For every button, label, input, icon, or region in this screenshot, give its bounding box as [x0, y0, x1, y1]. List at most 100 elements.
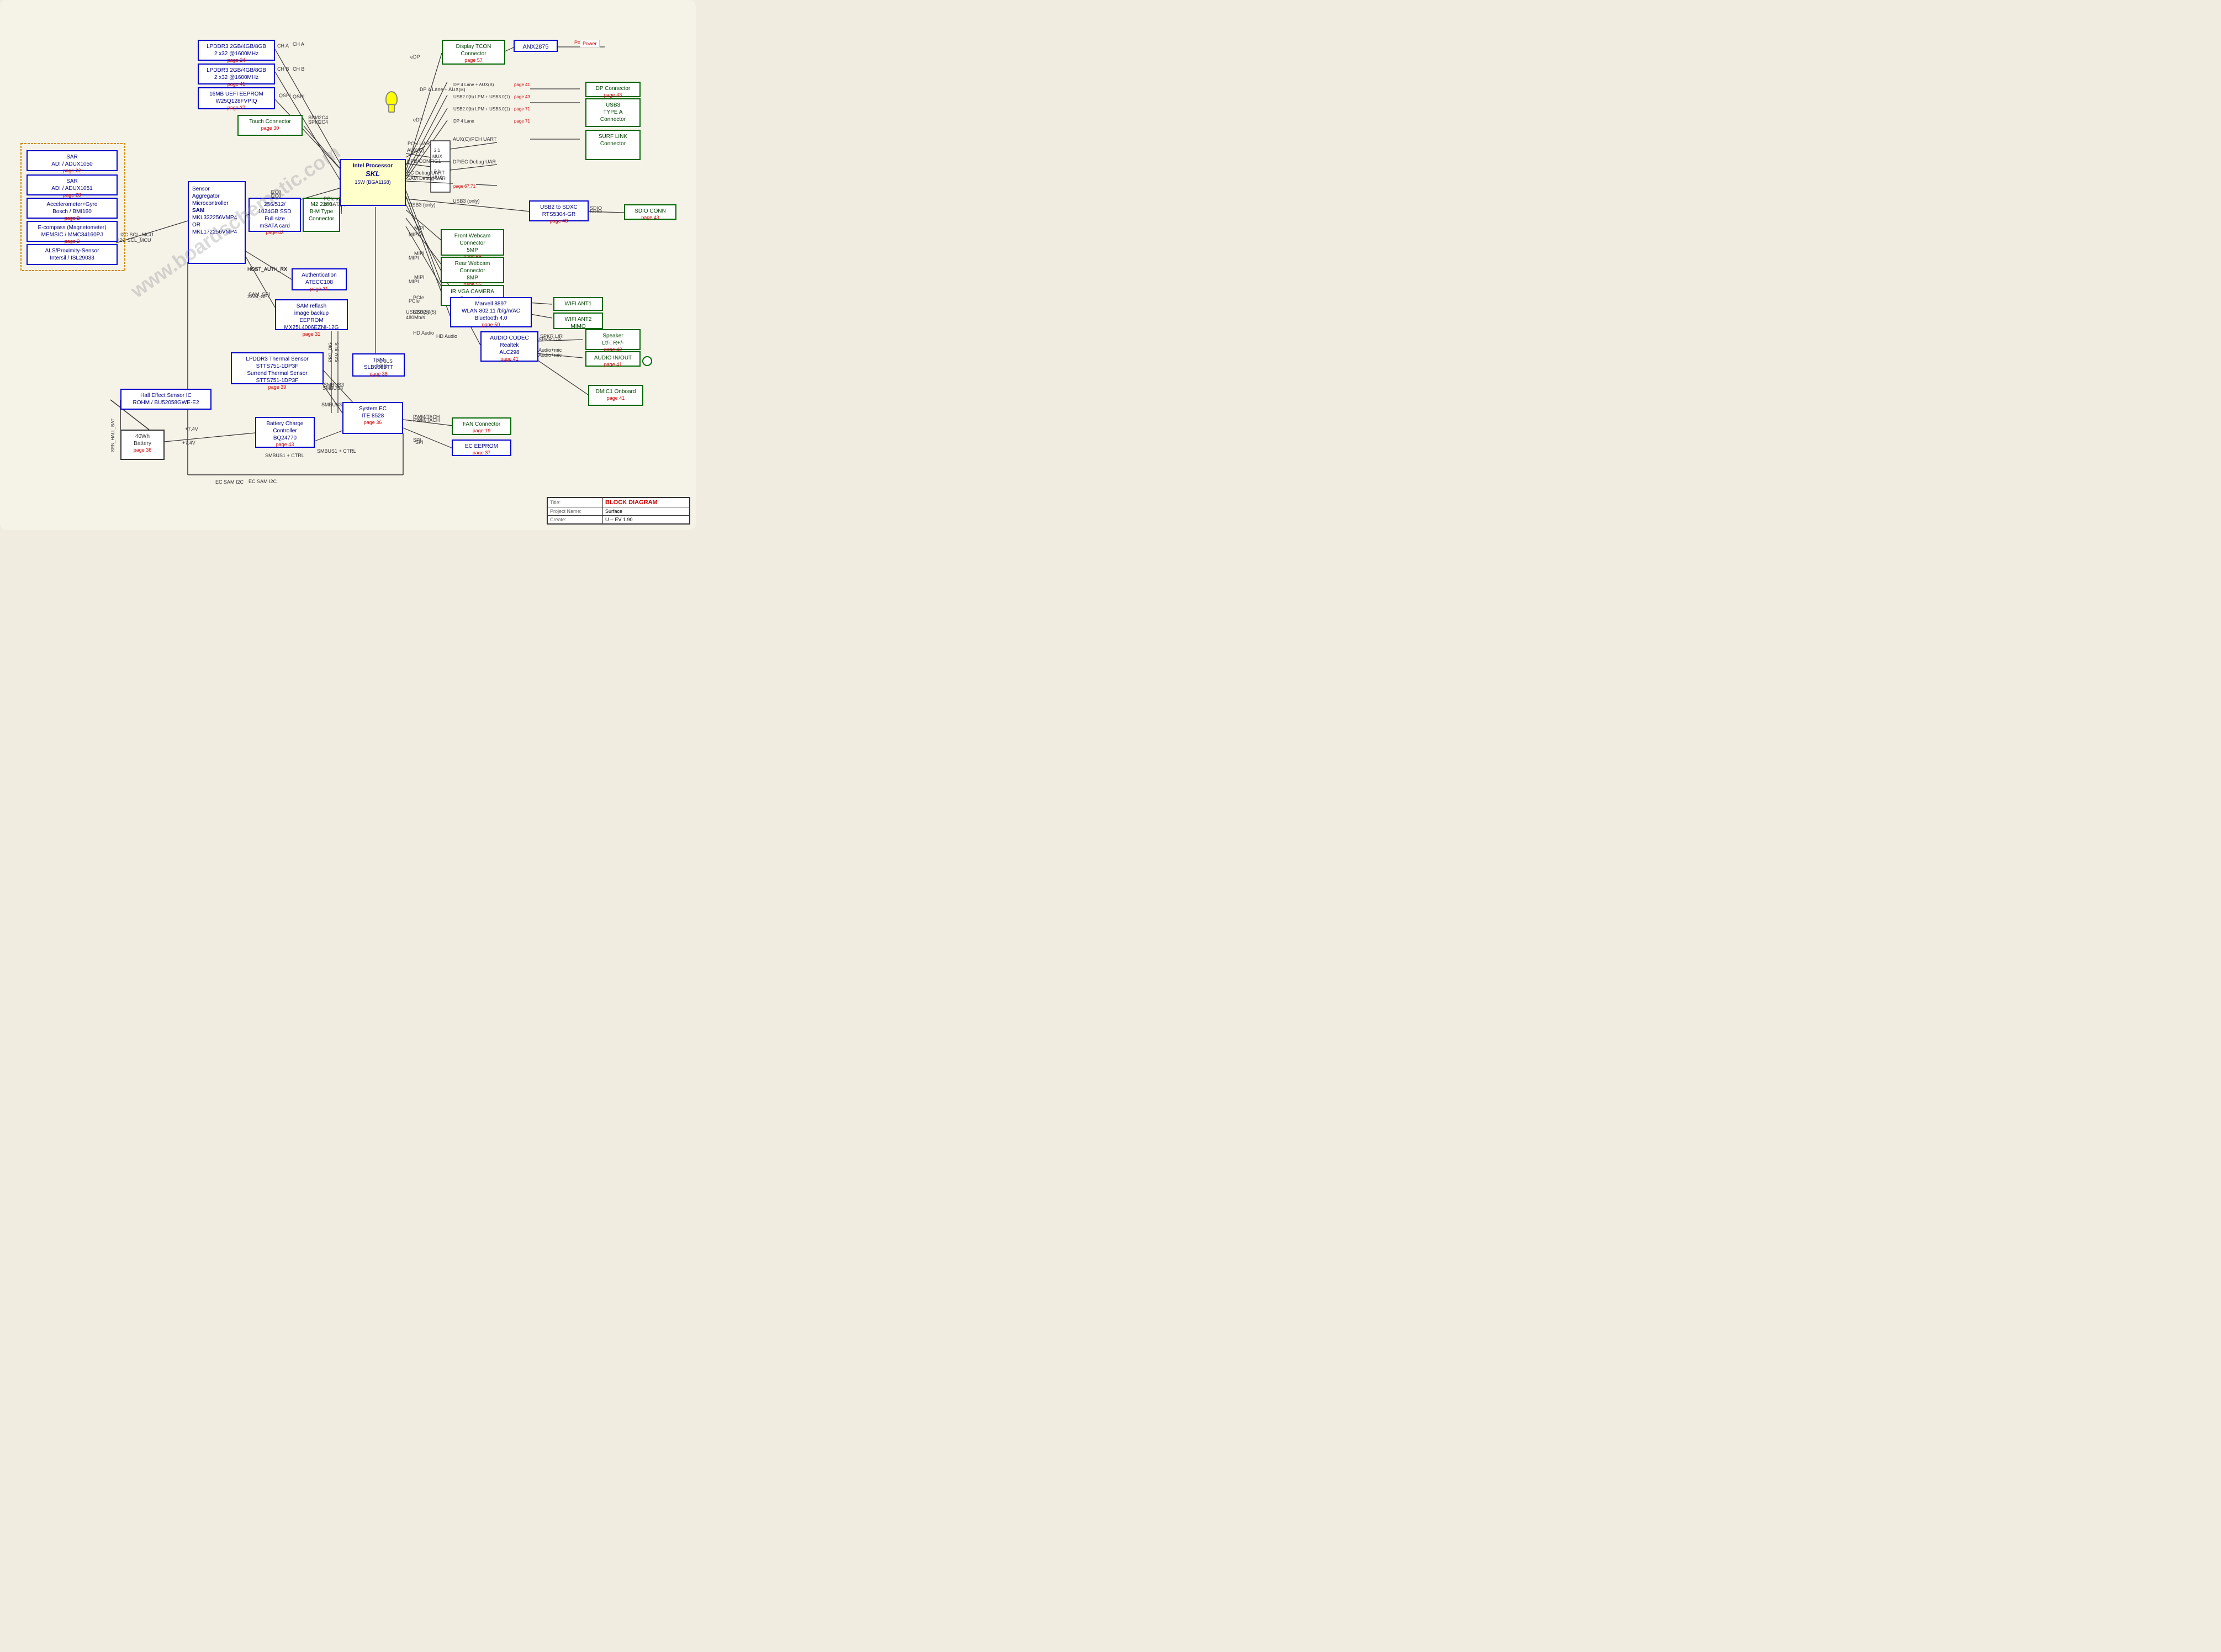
usb2-sdxc-block: USB2 to SDXCRTS5304-GR page 48: [529, 200, 589, 221]
sam-block: SensorAggregatorMicrocontrollerSAMMKL332…: [188, 181, 246, 264]
sdio-conn-label: SDIO CONN: [634, 208, 666, 214]
svg-text:MIPI: MIPI: [414, 225, 425, 231]
battery-page: page 36: [125, 447, 160, 454]
dp-connector-block: DP Connector page 43: [585, 82, 641, 97]
dp-connector-label: DP Connector: [596, 86, 631, 92]
marvell-label: Marvell 8897WLAN 802.11 /b/g/n/ACBluetoo…: [462, 301, 520, 321]
lpddr3-a-label: LPDDR3 2GB/4GB/8GB2 x32 @1600MHz: [207, 44, 266, 57]
svg-text:PCH UART(Debug): PCH UART(Debug): [408, 141, 451, 146]
sam-label: SensorAggregatorMicrocontrollerSAMMKL332…: [192, 186, 237, 235]
pc-bus-label: PC BUS7488i: [376, 359, 393, 369]
svg-text:DP/EC Debug UAR: DP/EC Debug UAR: [453, 159, 496, 165]
sam-reflash-page: page 31: [279, 331, 343, 338]
i2c-scl-mcu-label: I2C SCL_MCU: [118, 237, 151, 243]
battery-charge-block: Battery ChargeControllerBQ24770 page 43: [255, 417, 315, 448]
system-ec-page: page 36: [347, 420, 399, 426]
accel-gyro-label: Accelerometer+GyroBosch / BMI160: [47, 202, 98, 215]
main-diagram: www.boardschematic.com CH A CH B QSPI SP…: [0, 0, 696, 530]
touch-connector-block: Touch Connector page 30: [237, 115, 303, 136]
lpddr3-a-page: page 34: [202, 57, 271, 64]
svg-text:HD Audio: HD Audio: [436, 333, 457, 339]
version: U -- EV 1.90: [602, 516, 689, 524]
battery-block: 40WhBattery page 36: [120, 430, 165, 460]
system-ec-block: System ECITE 8528 page 36: [342, 402, 403, 434]
als-proximity-block: ALS/Proximity-SensorIntersil / ISL29033: [27, 244, 118, 265]
svg-text:QSPI: QSPI: [293, 94, 305, 99]
svg-text:SAM Debug UAR: SAM Debug UAR: [407, 176, 446, 181]
uefi-page: page 37: [202, 105, 271, 112]
anx2875-label: ANX2875: [522, 44, 548, 50]
usb2-sdxc-label: USB2 to SDXCRTS5304-GR: [540, 204, 578, 218]
wifi-ant1-block: WIFI ANT1: [553, 297, 603, 311]
sar-adux1051-label: SARADI / ADUX1051: [51, 178, 92, 192]
dp4lane-aux-label: DP 4 Lane + AUX(B): [453, 82, 494, 88]
audio-in-out-page: page 41: [590, 362, 636, 368]
audio-in-out-block: AUDIO IN/OUT page 41: [585, 351, 641, 367]
dp4lane-label: DP 4 Lane: [453, 118, 475, 124]
spkr-lr-label: SPKR L/R: [538, 337, 561, 342]
spi-i2c4-label: SPI/I2C4: [308, 115, 328, 120]
sar-adux1050-page: page 22: [31, 168, 113, 174]
ch-b-label: CH B: [277, 66, 289, 72]
audio-in-out-label: AUDIO IN/OUT: [594, 355, 632, 361]
front-webcam-block: Front WebcamConnector5MP page 56: [441, 229, 504, 256]
usb20-lpm-usb30-2-label: USB2.0(b) LPM + USB3.0(1): [453, 106, 510, 112]
front-webcam-label: Front WebcamConnector5MP: [454, 233, 490, 253]
audio-circle-icon: [642, 356, 652, 366]
fan-connector-label: FAN Connector: [463, 421, 500, 427]
sar-adux1050-block: SARADI / ADUX1050 page 22: [27, 150, 118, 171]
speaker-label: SpeakerLt/-, R+/-: [602, 333, 623, 346]
display-tcon-block: Display TCONConnector page 57: [442, 40, 505, 65]
sam-debug-page: page 67,71: [453, 183, 476, 189]
m2-ssd-label: 256/512/1024GB SSDFull sizemSATA card: [258, 202, 291, 229]
ecompass-label: E-compass (Magnetometer)MEMSIC / MMC3416…: [38, 225, 107, 238]
tpm-page: page 38: [357, 371, 400, 378]
wifi-ant2-label: WIFI ANT2MIMO: [565, 316, 592, 330]
edp-label: eDP: [410, 54, 420, 60]
svg-text:USB3 (only): USB3 (only): [453, 198, 480, 204]
uefi-label: 16MB UEFI EEPROMW25Q128FVPIQ: [209, 91, 263, 104]
audio-codec-page: page 41: [485, 356, 534, 363]
dmic1-page: page 41: [593, 395, 639, 402]
intel-spec: 15W (BGA1168): [355, 179, 390, 185]
svg-text:2:1: 2:1: [434, 148, 441, 153]
wifi-ant1-label: WIFI ANT1: [565, 301, 592, 307]
wifi-ant2-block: WIFI ANT2MIMO: [553, 313, 603, 329]
rear-webcam-block: Rear WebcamConnector8MP page 55: [441, 257, 504, 283]
thermal-sensor-page: page 39: [235, 384, 319, 391]
lpddr3-b-page: page 41: [202, 81, 271, 88]
svg-text:CH A: CH A: [293, 41, 304, 47]
svg-text:CH B: CH B: [293, 66, 305, 72]
battery-charge-page: page 43: [260, 442, 310, 448]
surf-link-block: SURF LINKConnector: [585, 130, 641, 160]
touch-connector-page: page 30: [242, 125, 298, 132]
usb3-typea-block: USB3TYPE AConnector: [585, 98, 641, 127]
auth-page: page 31: [296, 286, 342, 293]
key-body: [388, 104, 395, 113]
sdio-label: SDIO: [590, 209, 602, 214]
auth-block: AuthenticationATECC108 page 31: [292, 268, 347, 290]
intel-processor-block: Intel Processor SKL 15W (BGA1168): [340, 159, 406, 206]
dmic1-block: DMIC1 Onboard page 41: [588, 385, 643, 406]
pro-dig-label: PRO_DIG: [328, 342, 333, 362]
pcie-label: PCIe: [409, 298, 420, 304]
usb205-label: USB2.0(5)480Mb/s: [406, 309, 429, 320]
lpddr3-a-block: LPDDR3 2GB/4GB/8GB2 x32 @1600MHz page 34: [198, 40, 275, 61]
marvell-page: page 50: [454, 322, 527, 329]
host-auth-label: HOST_AUTH_RX: [247, 267, 287, 272]
auth-label: AuthenticationATECC108: [302, 272, 336, 285]
svg-text:MUX: MUX: [432, 154, 442, 159]
pwm-tach-label: PWM/TACH: [413, 417, 440, 423]
svg-text:I2C SCL_MCU: I2C SCL_MCU: [120, 232, 154, 237]
sar-adux1051-block: SARADI / ADUX1051 page 23: [27, 174, 118, 195]
diagram-title: BLOCK DIAGRAM: [602, 498, 689, 507]
ec-eeprom-page: page 37: [456, 450, 507, 457]
audio-codec-block: AUDIO CODECRealtekALC298 page 41: [480, 331, 538, 362]
surf-link-label: SURF LINKConnector: [599, 134, 627, 147]
usb2-sdxc-page: page 48: [533, 218, 584, 225]
i2c0-label: I2C0: [271, 189, 281, 195]
rear-webcam-label: Rear WebcamConnector8MP: [455, 261, 490, 281]
m2-ssd-page: page 42: [253, 230, 297, 236]
sdio-conn-block: SDIO CONN page 43: [624, 204, 676, 220]
fan-connector-block: FAN Connector page 19: [452, 417, 511, 435]
